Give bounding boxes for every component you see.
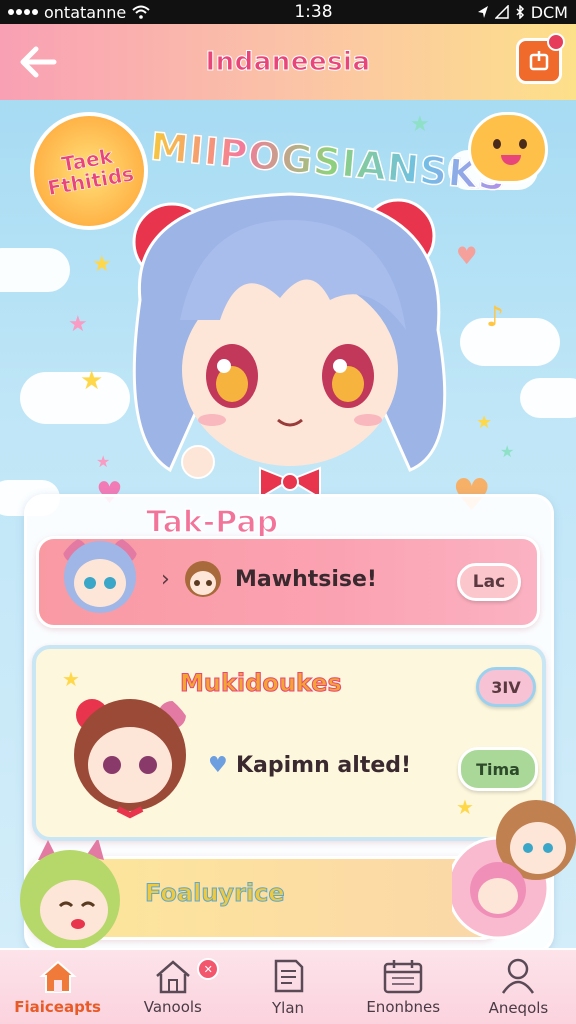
heart-icon: ♥	[208, 753, 228, 778]
star-icon: ★	[410, 112, 430, 137]
nav-label: Ylan	[271, 999, 305, 1017]
nav-item-vanools[interactable]: ✕ Vanools	[115, 950, 230, 1024]
nav-badge: ✕	[197, 958, 220, 980]
card-action-button[interactable]: Lac	[457, 563, 521, 601]
avatar	[185, 561, 221, 597]
star-icon: ★	[476, 412, 493, 433]
nav-label: Enonbnes	[366, 998, 441, 1016]
character-illustration	[20, 840, 120, 950]
nav-item-home[interactable]: Fiaiceapts	[0, 950, 115, 1024]
arrow-left-icon	[20, 46, 57, 78]
avatar	[63, 539, 137, 613]
app-header: Indaneesia	[0, 24, 576, 100]
star-icon: ★	[80, 366, 104, 396]
location-icon	[477, 6, 488, 18]
wifi-icon	[132, 5, 150, 19]
star-icon: ♪	[486, 300, 504, 333]
cloud-decoration	[20, 372, 130, 424]
bottom-nav: Fiaiceapts ✕ Vanools Ylan Enonbnes Aneqo…	[0, 948, 576, 1024]
hero-character-illustration	[132, 192, 447, 500]
star-icon: ★	[68, 312, 88, 337]
back-button[interactable]	[14, 38, 62, 86]
notification-icon	[529, 51, 549, 71]
star-icon: ★	[92, 252, 112, 277]
nav-label: Vanools	[143, 998, 202, 1016]
home-icon	[38, 960, 77, 993]
status-right-text: DCM	[530, 2, 568, 22]
calendar-icon	[383, 960, 423, 994]
mascot-icon	[468, 112, 548, 184]
card-message: Kapimn alted!	[236, 753, 412, 778]
character-illustration	[452, 800, 576, 940]
carrier-name: ontatanne	[44, 2, 127, 22]
user-icon	[502, 958, 535, 994]
nav-item-aneqols[interactable]: Aneqols	[461, 950, 576, 1024]
house-outline-icon	[155, 960, 190, 994]
card-title: Foaluyrice	[145, 879, 286, 908]
status-bar: ontatanne 1:38 DCM	[0, 0, 576, 24]
nav-label: Aneqols	[488, 999, 549, 1017]
cloud-decoration	[0, 248, 70, 292]
cloud-decoration	[460, 318, 560, 366]
card-message: Mawhtsise!	[235, 567, 377, 592]
panel-title: Tak-Pap	[145, 504, 279, 541]
nav-item-enonbnes[interactable]: Enonbnes	[346, 950, 461, 1024]
notification-button[interactable]	[516, 33, 565, 84]
card-top-button[interactable]: 3IV	[476, 667, 536, 707]
signal-strength-icon	[8, 9, 38, 15]
notification-badge	[547, 33, 565, 51]
status-left: ontatanne	[8, 3, 150, 22]
clock-time: 1:38	[294, 2, 333, 22]
page-title: Indaneesia	[205, 47, 371, 78]
chevron-right-icon: ›	[161, 567, 170, 592]
nav-item-ylan[interactable]: Ylan	[230, 950, 345, 1024]
star-icon: ★	[500, 442, 515, 461]
nav-label: Fiaiceapts	[14, 998, 101, 1016]
list-item[interactable]: › Mawhtsise! Lac	[36, 536, 540, 628]
status-right: DCM	[477, 3, 568, 22]
star-icon: ★	[96, 452, 111, 471]
card-bottom-button[interactable]: Tima	[458, 747, 538, 791]
bluetooth-icon	[516, 5, 524, 19]
cloud-decoration	[520, 378, 576, 418]
document-icon	[274, 959, 304, 993]
avatar	[74, 699, 186, 819]
card-title: Mukidoukes	[180, 669, 343, 698]
star-icon: ★	[62, 667, 80, 691]
cellular-icon	[494, 5, 509, 19]
